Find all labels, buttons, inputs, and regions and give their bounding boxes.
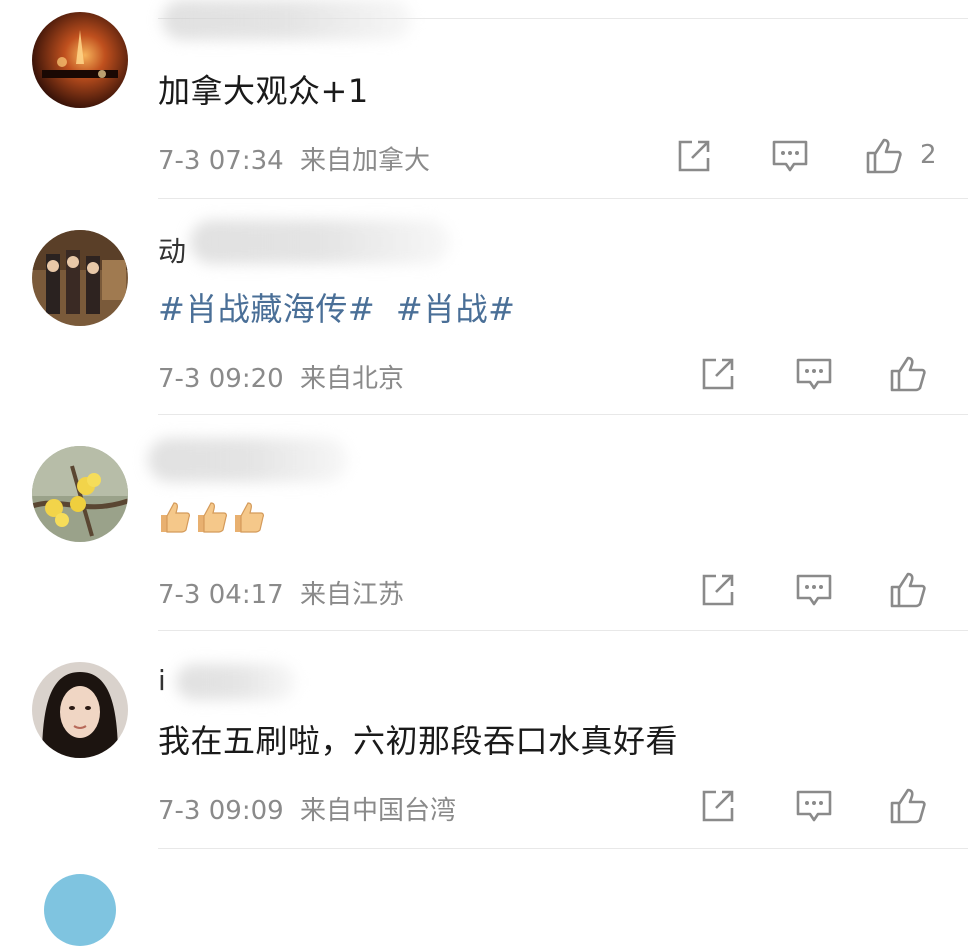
avatar-image <box>32 12 128 108</box>
divider <box>158 198 968 199</box>
comment-meta: 7-3 09:09 来自中国台湾 <box>158 790 456 827</box>
emoji-thumbs-up-icon <box>232 500 266 534</box>
share-icon[interactable] <box>698 786 738 826</box>
comment-text: 我在五刷啦，六初那段吞口水真好看 <box>158 722 679 760</box>
avatar-image <box>32 230 128 326</box>
avatar[interactable] <box>32 230 128 326</box>
like-icon[interactable] <box>888 786 928 826</box>
comment-icon[interactable] <box>770 136 810 176</box>
avatar-image <box>32 446 128 542</box>
comment-source: 来自江苏 <box>299 580 404 610</box>
comment-time: 7-3 04:17 <box>158 580 284 610</box>
emoji-thumbs-up-icon <box>158 500 192 534</box>
divider <box>158 630 968 631</box>
avatar[interactable] <box>44 874 116 946</box>
comment-time: 7-3 07:34 <box>158 146 284 176</box>
comment-source: 来自北京 <box>299 364 404 394</box>
username-blur <box>190 220 450 264</box>
comment-source: 来自中国台湾 <box>299 796 456 826</box>
comment-icon[interactable] <box>794 354 834 394</box>
like-icon[interactable] <box>888 570 928 610</box>
like-count: 2 <box>920 140 937 170</box>
username-blur <box>162 0 412 40</box>
comment-meta: 7-3 07:34 来自加拿大 <box>158 140 430 177</box>
username[interactable]: i <box>158 664 166 697</box>
username[interactable]: 动 <box>158 230 186 270</box>
like-icon[interactable] <box>888 354 928 394</box>
avatar[interactable] <box>32 662 128 758</box>
share-icon[interactable] <box>698 354 738 394</box>
emoji-thumbs-up-icon <box>195 500 229 534</box>
comment-time: 7-3 09:09 <box>158 796 284 826</box>
like-icon[interactable] <box>864 136 904 176</box>
comment-source: 来自加拿大 <box>299 146 430 176</box>
comment-text <box>158 496 269 534</box>
topic-link[interactable]: #肖战藏海传# <box>158 290 375 328</box>
comment-time: 7-3 09:20 <box>158 364 284 394</box>
username-blur <box>148 438 348 482</box>
comment-meta: 7-3 09:20 来自北京 <box>158 358 404 395</box>
share-icon[interactable] <box>698 570 738 610</box>
comment-icon[interactable] <box>794 786 834 826</box>
avatar[interactable] <box>32 446 128 542</box>
divider <box>158 414 968 415</box>
topic-link[interactable]: #肖战# <box>396 290 516 328</box>
comment-meta: 7-3 04:17 来自江苏 <box>158 574 404 611</box>
comment-text: 加拿大观众+1 <box>158 72 369 110</box>
username-blur <box>176 664 296 700</box>
avatar[interactable] <box>32 12 128 108</box>
avatar-image <box>32 662 128 758</box>
comment-text: #肖战藏海传# #肖战# <box>158 284 515 330</box>
comment-icon[interactable] <box>794 570 834 610</box>
divider <box>158 848 968 849</box>
share-icon[interactable] <box>674 136 714 176</box>
